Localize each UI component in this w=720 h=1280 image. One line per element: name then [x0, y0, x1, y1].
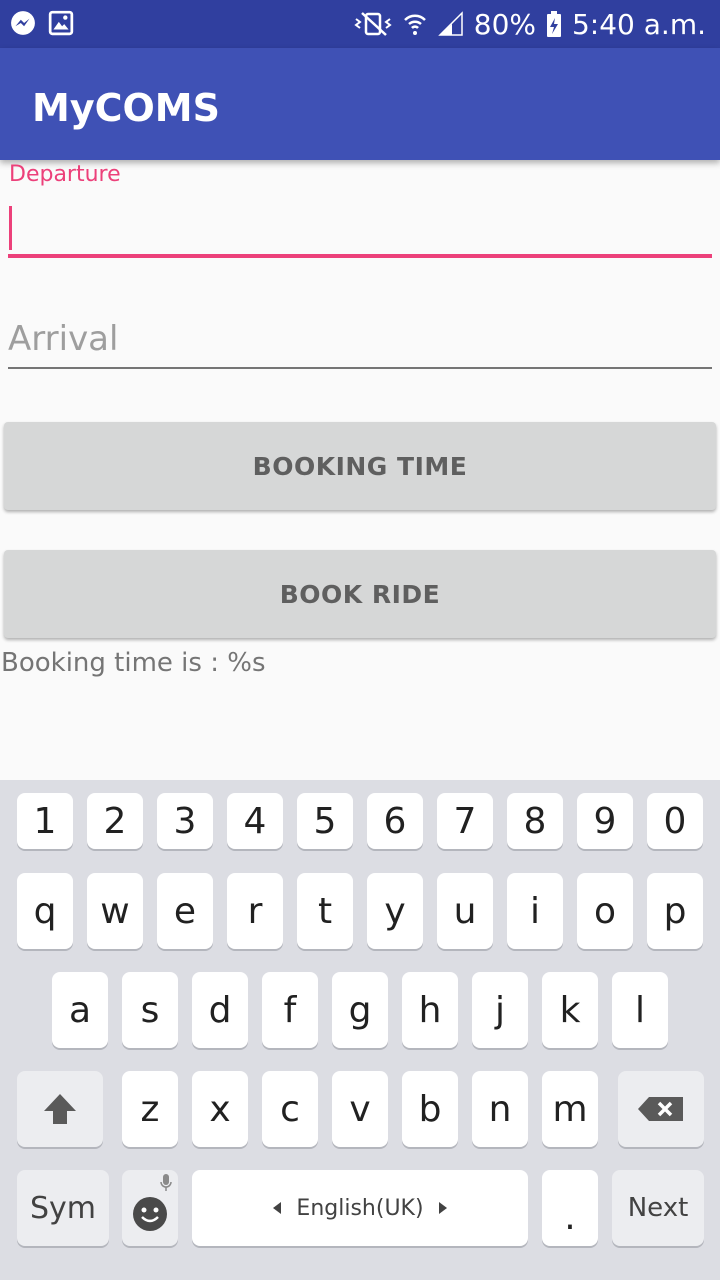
- key-c[interactable]: c: [262, 1071, 318, 1147]
- shift-icon: [44, 1094, 76, 1124]
- key-l[interactable]: l: [612, 972, 668, 1048]
- arrival-underline: [8, 367, 712, 369]
- vibrate-mute-icon: [354, 12, 392, 36]
- booking-time-button[interactable]: BOOKING TIME: [4, 422, 716, 510]
- key-h[interactable]: h: [402, 972, 458, 1048]
- backspace-key[interactable]: [618, 1071, 704, 1147]
- departure-underline: [8, 254, 712, 258]
- key-4[interactable]: 4: [227, 793, 283, 849]
- clock: 5:40 a.m.: [571, 7, 706, 41]
- key-z[interactable]: z: [122, 1071, 178, 1147]
- period-key[interactable]: .: [542, 1170, 598, 1246]
- app-title: MyCOMS: [32, 86, 220, 130]
- key-m[interactable]: m: [542, 1071, 598, 1147]
- key-u[interactable]: u: [437, 873, 493, 949]
- sym-key[interactable]: Sym: [17, 1170, 109, 1246]
- key-b[interactable]: b: [402, 1071, 458, 1147]
- key-e[interactable]: e: [157, 873, 213, 949]
- key-1[interactable]: 1: [17, 793, 73, 849]
- key-f[interactable]: f: [262, 972, 318, 1048]
- book-ride-button[interactable]: BOOK RIDE: [4, 550, 716, 638]
- key-w[interactable]: w: [87, 873, 143, 949]
- status-bar: 80% 5:40 a.m.: [0, 0, 720, 48]
- arrow-right-icon: [438, 1202, 447, 1214]
- departure-input[interactable]: [8, 196, 712, 254]
- key-j[interactable]: j: [472, 972, 528, 1048]
- key-y[interactable]: y: [367, 873, 423, 949]
- key-v[interactable]: v: [332, 1071, 388, 1147]
- key-x[interactable]: x: [192, 1071, 248, 1147]
- key-p[interactable]: p: [647, 873, 703, 949]
- key-k[interactable]: k: [542, 972, 598, 1048]
- key-q[interactable]: q: [17, 873, 73, 949]
- departure-label: Departure: [9, 162, 121, 187]
- backspace-icon: [638, 1097, 683, 1121]
- key-a[interactable]: a: [52, 972, 108, 1048]
- key-7[interactable]: 7: [437, 793, 493, 849]
- shift-key[interactable]: [17, 1071, 103, 1147]
- app-bar: MyCOMS: [0, 48, 720, 160]
- key-s[interactable]: s: [122, 972, 178, 1048]
- emoji-icon: [133, 1197, 167, 1231]
- key-3[interactable]: 3: [157, 793, 213, 849]
- key-9[interactable]: 9: [577, 793, 633, 849]
- emoji-key[interactable]: [122, 1170, 178, 1246]
- text-cursor: [9, 206, 12, 250]
- key-o[interactable]: o: [577, 873, 633, 949]
- booking-time-text: Booking time is : %s: [1, 648, 266, 678]
- key-2[interactable]: 2: [87, 793, 143, 849]
- battery-charging-icon: [546, 11, 561, 37]
- arrival-input[interactable]: [8, 312, 712, 366]
- key-n[interactable]: n: [472, 1071, 528, 1147]
- next-key[interactable]: Next: [612, 1170, 704, 1246]
- wifi-icon: [403, 14, 426, 35]
- key-g[interactable]: g: [332, 972, 388, 1048]
- arrow-left-icon: [273, 1202, 282, 1214]
- key-r[interactable]: r: [227, 873, 283, 949]
- key-d[interactable]: d: [192, 972, 248, 1048]
- key-0[interactable]: 0: [647, 793, 703, 849]
- signal-icon: [437, 11, 463, 36]
- space-key[interactable]: English(UK): [192, 1170, 528, 1246]
- messenger-icon: [11, 11, 35, 35]
- key-8[interactable]: 8: [507, 793, 563, 849]
- language-label: English(UK): [296, 1195, 424, 1221]
- mic-icon: [160, 1174, 172, 1191]
- key-5[interactable]: 5: [297, 793, 353, 849]
- key-i[interactable]: i: [507, 873, 563, 949]
- battery-percentage: 80%: [473, 7, 536, 41]
- gallery-icon: [48, 10, 74, 36]
- key-t[interactable]: t: [297, 873, 353, 949]
- soft-keyboard: 1 2 3 4 5 6 7 8 9 0 q w e r t y u i o p …: [0, 780, 720, 1280]
- key-6[interactable]: 6: [367, 793, 423, 849]
